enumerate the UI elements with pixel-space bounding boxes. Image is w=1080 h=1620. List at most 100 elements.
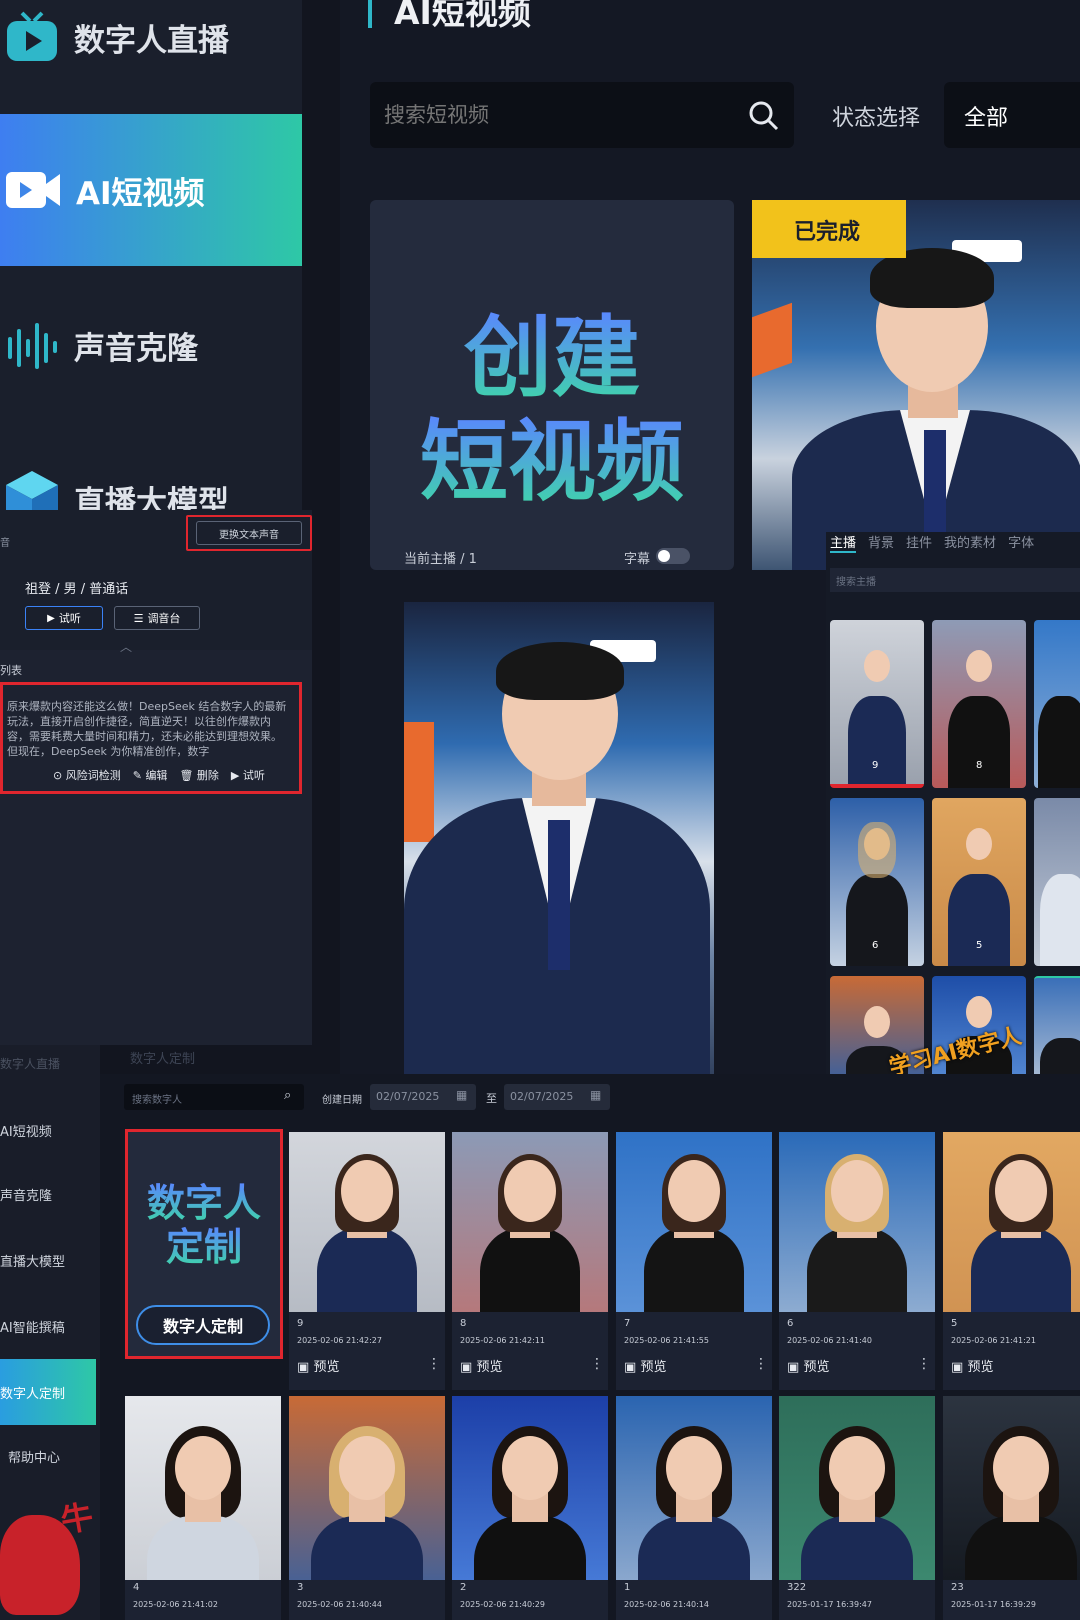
date-to-field[interactable]: 02/07/2025 ▦	[504, 1084, 610, 1110]
host-search-field[interactable]: 搜索主播	[830, 568, 1080, 592]
host-thumb[interactable]: 9	[830, 620, 924, 788]
tab-background[interactable]: 背景	[868, 532, 894, 553]
video-icon: ▣	[624, 1360, 637, 1375]
preview-button[interactable]: ▣ 预览	[951, 1356, 993, 1375]
host-thumb[interactable]	[1034, 798, 1080, 966]
completed-badge-label: 已完成	[794, 220, 861, 245]
preview-button[interactable]: ▣ 预览	[624, 1356, 666, 1375]
change-voice-button[interactable]: 更换文本声音	[196, 521, 302, 545]
tab-my-assets[interactable]: 我的素材	[944, 532, 996, 553]
avatar-card[interactable]: 7 2025-02-06 21:41:55 ▣ 预览 ⋮	[616, 1132, 772, 1390]
preview-button[interactable]: ▣ 预览	[460, 1356, 502, 1375]
custom-avatar-button[interactable]: 数字人定制	[136, 1305, 270, 1345]
host-thumb[interactable]: 5	[932, 798, 1026, 966]
more-options-icon[interactable]: ⋮	[754, 1356, 768, 1372]
current-host-label: 当前主播 / 1	[404, 552, 477, 567]
sidebar-item-ai-writing[interactable]: AI智能撰稿	[0, 1317, 65, 1336]
avatar-number: 2	[460, 1582, 467, 1593]
avatar-card[interactable]: 3 2025-02-06 21:40:44	[289, 1396, 445, 1620]
nav-item-ai-video[interactable]: AI短视频	[0, 114, 302, 266]
tab-widget[interactable]: 挂件	[906, 532, 932, 553]
script-actions: ⊙ 风险词检测 ✎ 编辑 🗑 删除 ▶ 试听	[53, 767, 265, 783]
host-thumb[interactable]: 8	[932, 620, 1026, 788]
tab-font[interactable]: 字体	[1008, 532, 1034, 553]
search-box[interactable]	[370, 82, 794, 148]
avatar-card[interactable]: 23 2025-01-17 16:39:29	[943, 1396, 1080, 1620]
avatar-card-meta: 4 2025-02-06 21:41:02	[125, 1580, 281, 1620]
subtitle-toggle[interactable]	[656, 548, 690, 564]
sidebar-item-ai-video[interactable]: AI短视频	[0, 1121, 52, 1140]
avatar-card-meta: 322 2025-01-17 16:39:47	[779, 1580, 935, 1620]
avatar-number: 1	[624, 1582, 631, 1593]
avatar-card[interactable]: 4 2025-02-06 21:41:02	[125, 1396, 281, 1620]
sidebar-item-live[interactable]: 数字人直播	[0, 1055, 60, 1072]
nav-item-live[interactable]: 数字人直播	[0, 0, 302, 112]
preview-label: 预览	[476, 1360, 503, 1375]
more-options-icon[interactable]: ⋮	[427, 1356, 441, 1372]
finished-video-card[interactable]: 已完成	[752, 200, 1080, 570]
avatar-date: 2025-02-06 21:40:44	[297, 1600, 382, 1609]
date-separator: 至	[486, 1092, 497, 1105]
avatar-date: 2025-02-06 21:41:02	[133, 1600, 218, 1609]
mixer-button[interactable]: ☰ 调音台	[114, 606, 200, 630]
delete-label: 删除	[196, 769, 219, 782]
page-title: AI短视频	[394, 0, 531, 32]
search-icon[interactable]: ⌕	[284, 1088, 291, 1103]
edit-button[interactable]: ✎ 编辑	[133, 767, 168, 783]
script-text: 原来爆款内容还能这么做！DeepSeek 结合数字人的最新玩法，直接开启创作捷径…	[7, 700, 287, 757]
tab-host[interactable]: 主播	[830, 532, 857, 553]
create-video-card[interactable]: 创建 短视频	[370, 200, 734, 570]
listen-button[interactable]: ▶ 试听	[25, 606, 103, 630]
video-icon: ▣	[787, 1360, 800, 1375]
preview-canvas[interactable]	[404, 602, 714, 1074]
avatar-number: 3	[297, 1582, 304, 1593]
delete-button[interactable]: 🗑 删除	[179, 767, 218, 783]
custom-avatar-card[interactable]: 数字人 定制 数字人定制	[125, 1129, 283, 1359]
avatar-card[interactable]: 9 2025-02-06 21:42:27 ▣ 预览 ⋮	[289, 1132, 445, 1390]
avatar-card[interactable]: 6 2025-02-06 21:41:40 ▣ 预览 ⋮	[779, 1132, 935, 1390]
avatar-search-box[interactable]: 搜索数字人 ⌕	[124, 1084, 304, 1110]
preview-button[interactable]: ▣ 预览	[787, 1356, 829, 1375]
sidebar-item-help[interactable]: 帮助中心	[8, 1447, 60, 1466]
status-select[interactable]: 全部	[944, 82, 1080, 148]
sidebar-item-custom-active[interactable]: 数字人定制	[0, 1359, 96, 1425]
search-icon[interactable]	[748, 100, 780, 132]
avatar-number: 23	[951, 1582, 964, 1593]
sidebar-item-live-model[interactable]: 直播大模型	[0, 1251, 65, 1270]
avatar-number: 322	[787, 1582, 807, 1593]
script-listen-button[interactable]: ▶ 试听	[231, 767, 265, 783]
tv-icon	[7, 11, 57, 61]
avatar-card[interactable]: 8 2025-02-06 21:42:11 ▣ 预览 ⋮	[452, 1132, 608, 1390]
nav-item-voice-clone[interactable]: 声音克隆	[0, 270, 302, 420]
collapse-chevron-icon[interactable]: ︿	[120, 638, 132, 655]
more-options-icon[interactable]: ⋮	[590, 1356, 604, 1372]
more-options-icon[interactable]: ⋮	[917, 1356, 931, 1372]
preview-button[interactable]: ▣ 预览	[297, 1356, 339, 1375]
avatar-date: 2025-02-06 21:40:29	[460, 1600, 545, 1609]
host-number: 8	[976, 760, 983, 771]
host-number: 5	[976, 940, 983, 951]
host-thumb[interactable]	[1034, 620, 1080, 788]
calendar-icon: ▦	[590, 1088, 602, 1102]
date-from-field[interactable]: 02/07/2025 ▦	[370, 1084, 476, 1110]
video-icon: ▣	[460, 1360, 473, 1375]
avatar-date: 2025-01-17 16:39:47	[787, 1600, 872, 1609]
sidebar-item-voice-clone[interactable]: 声音克隆	[0, 1185, 52, 1204]
sliders-icon: ☰	[133, 611, 144, 625]
host-thumb[interactable]: 6	[830, 798, 924, 966]
avatar-card-meta: 6 2025-02-06 21:41:40 ▣ 预览 ⋮	[779, 1312, 935, 1390]
faded-section-title: 数字人定制	[130, 1052, 196, 1067]
script-item-highlight[interactable]: 原来爆款内容还能这么做！DeepSeek 结合数字人的最新玩法，直接开启创作捷径…	[0, 682, 302, 794]
preview-label: 预览	[803, 1360, 830, 1375]
avatar-card-meta: 7 2025-02-06 21:41:55 ▣ 预览 ⋮	[616, 1312, 772, 1390]
avatar-card-meta: 3 2025-02-06 21:40:44	[289, 1580, 445, 1620]
avatar-card[interactable]: 2 2025-02-06 21:40:29	[452, 1396, 608, 1620]
avatar-number: 5	[951, 1318, 958, 1329]
search-input[interactable]	[384, 100, 714, 130]
risk-check-button[interactable]: ⊙ 风险词检测	[53, 767, 121, 783]
video-icon: ▣	[297, 1360, 310, 1375]
avatar-card[interactable]: 322 2025-01-17 16:39:47	[779, 1396, 935, 1620]
avatar-card[interactable]: 5 2025-02-06 21:41:21 ▣ 预览 ⋮	[943, 1132, 1080, 1390]
video-camera-icon	[6, 172, 60, 208]
avatar-card[interactable]: 1 2025-02-06 21:40:14	[616, 1396, 772, 1620]
